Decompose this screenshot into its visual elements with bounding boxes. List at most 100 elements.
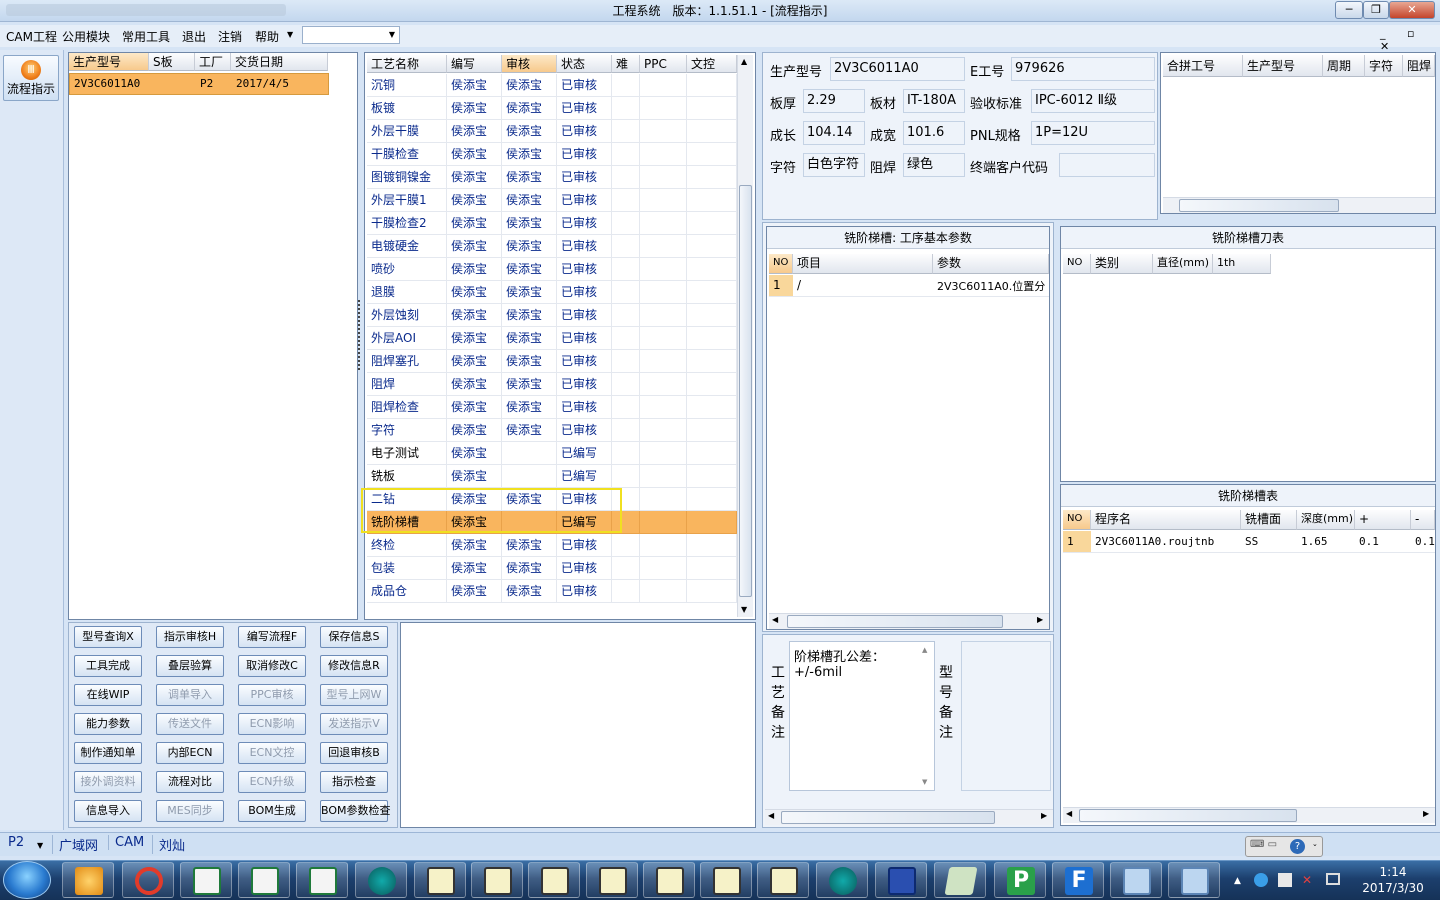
- scroll-down-icon[interactable]: ▼: [741, 605, 747, 614]
- table-row[interactable]: 电子测试 侯添宝 已编写: [367, 442, 737, 465]
- taskbar-x-4[interactable]: [586, 862, 638, 898]
- action-button[interactable]: 调单导入: [156, 684, 224, 706]
- action-button[interactable]: ECN升级: [238, 771, 306, 793]
- table-row[interactable]: 成品仓 侯添宝 侯添宝 已审核: [367, 580, 737, 603]
- table-row[interactable]: 外层干膜 侯添宝 侯添宝 已审核: [367, 120, 737, 143]
- length-field[interactable]: 104.14: [803, 121, 865, 145]
- table-row[interactable]: 阻焊塞孔 侯添宝 侯添宝 已审核: [367, 350, 737, 373]
- action-button[interactable]: 制作通知单: [74, 742, 142, 764]
- process-remark-textarea[interactable]: 阶梯槽孔公差： +/-6mil ▲ ▼: [789, 641, 935, 791]
- action-button[interactable]: 发送指示V: [320, 713, 388, 735]
- slots-horizontal-scrollbar[interactable]: ◀ ▶: [1063, 807, 1435, 823]
- status-header[interactable]: 状态: [557, 55, 612, 73]
- factory-col-header[interactable]: 工厂: [195, 53, 231, 71]
- action-button[interactable]: 型号查询X: [74, 626, 142, 648]
- action-button[interactable]: 型号上网W: [320, 684, 388, 706]
- scroll-up-icon[interactable]: ▲: [741, 57, 747, 66]
- slots-program-header[interactable]: 程序名: [1091, 510, 1241, 530]
- action-button[interactable]: 接外调资料: [74, 771, 142, 793]
- character-field[interactable]: 白色字符: [803, 153, 865, 177]
- taskbar-app-g[interactable]: [122, 862, 174, 898]
- table-row[interactable]: 铣板 侯添宝 已编写: [367, 465, 737, 488]
- action-button[interactable]: 流程对比: [156, 771, 224, 793]
- status-factory[interactable]: P2: [8, 835, 24, 850]
- close-button[interactable]: ✕: [1389, 1, 1435, 19]
- tools-no-header[interactable]: NO: [1063, 254, 1091, 274]
- chevron-down-icon[interactable]: ⌄: [1312, 840, 1318, 848]
- action-button[interactable]: 指示审核H: [156, 626, 224, 648]
- taskbar-x-6[interactable]: [700, 862, 752, 898]
- table-row[interactable]: 2V3C6011A0 P2 2017/4/5: [69, 73, 329, 95]
- table-row[interactable]: 外层蚀刻 侯添宝 侯添宝 已审核: [367, 304, 737, 327]
- tray-monitor-icon[interactable]: [1326, 873, 1340, 885]
- taskbar-app-save[interactable]: [875, 862, 927, 898]
- delivery-date-col-header[interactable]: 交货日期: [231, 53, 328, 71]
- action-button[interactable]: 信息导入: [74, 800, 142, 822]
- slots-minus-header[interactable]: -: [1411, 510, 1435, 530]
- ppc-header[interactable]: PPC: [640, 55, 687, 73]
- solder-mask-field[interactable]: 绿色: [903, 153, 965, 177]
- action-button[interactable]: 指示检查: [320, 771, 388, 793]
- merge-no-header[interactable]: 合拼工号: [1163, 55, 1243, 77]
- table-row[interactable]: 干膜检查 侯添宝 侯添宝 已审核: [367, 143, 737, 166]
- scroll-right-icon[interactable]: ▶: [1041, 811, 1047, 820]
- action-button[interactable]: BOM生成: [238, 800, 306, 822]
- taskbar-x-1[interactable]: [414, 862, 466, 898]
- taskbar-app-book[interactable]: [934, 862, 986, 898]
- tools-1th-header[interactable]: 1th: [1213, 254, 1271, 274]
- process-vertical-scrollbar[interactable]: ▲ ▼: [737, 55, 753, 617]
- scroll-right-icon[interactable]: ▶: [1423, 809, 1429, 818]
- merge-model-header[interactable]: 生产型号: [1243, 55, 1323, 77]
- action-button[interactable]: ECN文控: [238, 742, 306, 764]
- table-row[interactable]: 退膜 侯添宝 侯添宝 已审核: [367, 281, 737, 304]
- table-row[interactable]: 外层AOI 侯添宝 侯添宝 已审核: [367, 327, 737, 350]
- menu-exit[interactable]: 退出: [182, 28, 206, 45]
- tray-antivirus-icon[interactable]: ✕: [1302, 873, 1312, 887]
- action-button[interactable]: BOM参数检查: [320, 800, 391, 822]
- table-row[interactable]: 终检 侯添宝 侯添宝 已审核: [367, 534, 737, 557]
- action-button[interactable]: MES同步: [156, 800, 224, 822]
- menu-common-modules[interactable]: 公用模块: [62, 28, 110, 45]
- action-button[interactable]: 传送文件: [156, 713, 224, 735]
- model-field[interactable]: 2V3C6011A0: [830, 57, 965, 81]
- action-button[interactable]: 叠层验算: [156, 655, 224, 677]
- action-button[interactable]: 编写流程F: [238, 626, 306, 648]
- table-row[interactable]: 干膜检查2 侯添宝 侯添宝 已审核: [367, 212, 737, 235]
- menu-combo-box[interactable]: ▼: [302, 26, 400, 44]
- taskbar-app-eye-2[interactable]: [816, 862, 868, 898]
- taskbar-x-7[interactable]: [757, 862, 809, 898]
- menu-common-tools[interactable]: 常用工具: [122, 28, 170, 45]
- tools-type-header[interactable]: 类别: [1091, 254, 1153, 274]
- model-col-header[interactable]: 生产型号: [69, 53, 149, 71]
- taskbar-app-p[interactable]: P: [994, 862, 1046, 898]
- tray-flag-icon[interactable]: [1278, 873, 1292, 887]
- action-button[interactable]: 回退审核B: [320, 742, 388, 764]
- table-row[interactable]: 沉铜 侯添宝 侯添宝 已审核: [367, 74, 737, 97]
- model-remark-textarea[interactable]: [961, 641, 1051, 791]
- table-row[interactable]: 1 2V3C6011A0.roujtnb SS 1.65 0.1 0.1: [1063, 531, 1435, 553]
- minimize-button[interactable]: ─: [1335, 1, 1363, 19]
- params-horizontal-scrollbar[interactable]: ◀ ▶: [769, 613, 1049, 629]
- remarks-horizontal-scrollbar[interactable]: ◀ ▶: [765, 809, 1053, 825]
- scroll-down-icon[interactable]: ▼: [922, 778, 927, 786]
- params-value-header[interactable]: 参数: [933, 254, 1049, 274]
- slots-plus-header[interactable]: +: [1355, 510, 1411, 530]
- scroll-right-icon[interactable]: ▶: [1037, 615, 1043, 624]
- tray-network-icon[interactable]: [1254, 873, 1268, 887]
- width-field[interactable]: 101.6: [903, 121, 965, 145]
- taskbar-window-1[interactable]: [1110, 862, 1162, 898]
- taskbar-excel-3[interactable]: [296, 862, 348, 898]
- pnl-field[interactable]: 1P=12U: [1031, 121, 1155, 145]
- table-row[interactable]: 图镀铜镍金 侯添宝 侯添宝 已审核: [367, 166, 737, 189]
- scroll-thumb[interactable]: [781, 811, 995, 824]
- process-name-header[interactable]: 工艺名称: [367, 55, 447, 73]
- e-number-field[interactable]: 979626: [1011, 57, 1155, 81]
- taskbar-excel-2[interactable]: [238, 862, 290, 898]
- scroll-thumb[interactable]: [1179, 199, 1339, 212]
- table-row[interactable]: 包装 侯添宝 侯添宝 已审核: [367, 557, 737, 580]
- taskbar-x-3[interactable]: [528, 862, 580, 898]
- taskbar-app-f[interactable]: F: [1052, 862, 1104, 898]
- table-row[interactable]: 外层干膜1 侯添宝 侯添宝 已审核: [367, 189, 737, 212]
- action-button[interactable]: 内部ECN: [156, 742, 224, 764]
- taskbar-app-shell[interactable]: [62, 862, 114, 898]
